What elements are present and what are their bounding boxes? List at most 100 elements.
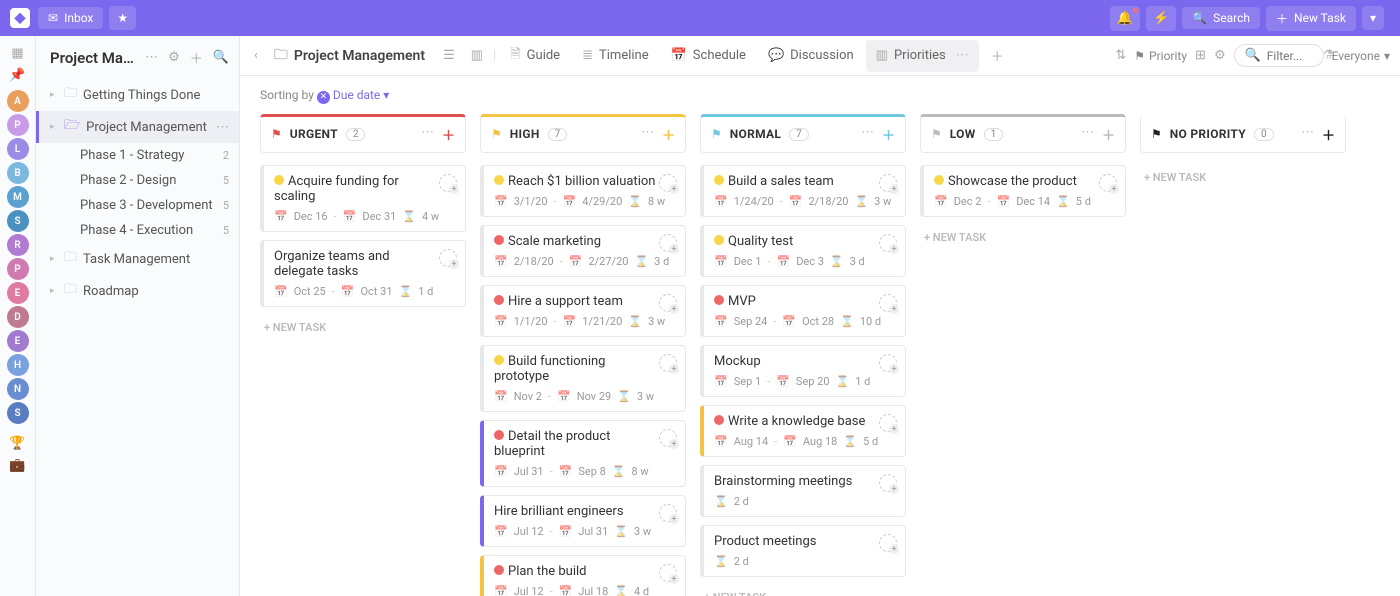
sort-icon[interactable]: ⇅ bbox=[1115, 48, 1126, 63]
dropdown-button[interactable]: ▾ bbox=[1362, 6, 1384, 30]
star-button[interactable]: ★ bbox=[109, 6, 136, 30]
assignee-placeholder[interactable] bbox=[879, 534, 897, 552]
sidebar-folder[interactable]: ▸🗀Roadmap bbox=[36, 275, 239, 307]
tab-schedule[interactable]: 📅Schedule bbox=[661, 40, 756, 72]
close-icon[interactable]: ✕ bbox=[317, 91, 330, 104]
workspace-avatar[interactable]: M bbox=[7, 186, 29, 208]
task-card[interactable]: Hire a support team 📅1/1/20-📅1/21/20⌛3 w bbox=[480, 285, 686, 337]
new-task-button[interactable]: + NEW TASK bbox=[700, 585, 906, 596]
sidebar-list[interactable]: Phase 4 - Execution5 bbox=[36, 218, 239, 243]
assignee-placeholder[interactable] bbox=[439, 174, 457, 192]
list-view-icon[interactable]: ☰ bbox=[437, 44, 461, 67]
tab-guide[interactable]: 🗎Guide bbox=[500, 40, 570, 72]
assignee-placeholder[interactable] bbox=[659, 294, 677, 312]
add-view-icon[interactable]: ＋ bbox=[983, 42, 1012, 69]
sidebar-list[interactable]: Phase 1 - Strategy2 bbox=[36, 143, 239, 168]
more-icon[interactable]: ⋯ bbox=[861, 125, 874, 144]
workspace-avatar[interactable]: L bbox=[7, 138, 29, 160]
more-icon[interactable]: ⋯ bbox=[216, 120, 229, 135]
add-card-icon[interactable]: ＋ bbox=[662, 125, 675, 144]
add-card-icon[interactable]: ＋ bbox=[442, 125, 455, 144]
sidebar-list[interactable]: Phase 3 - Development5 bbox=[36, 193, 239, 218]
workspace-avatar[interactable]: E bbox=[7, 282, 29, 304]
assignee-placeholder[interactable] bbox=[659, 174, 677, 192]
task-card[interactable]: Detail the product blueprint 📅Jul 31-📅Se… bbox=[480, 420, 686, 487]
filter-field[interactable] bbox=[1267, 49, 1317, 63]
assignee-placeholder[interactable] bbox=[879, 474, 897, 492]
assignee-placeholder[interactable] bbox=[879, 174, 897, 192]
tab-discussion[interactable]: 💬Discussion bbox=[758, 40, 864, 72]
task-card[interactable]: Acquire funding for scaling 📅Dec 16-📅Dec… bbox=[260, 165, 466, 232]
inbox-button[interactable]: ✉ Inbox bbox=[38, 7, 103, 29]
more-icon[interactable]: ⋯ bbox=[1081, 125, 1094, 144]
gear-icon[interactable]: ⚙ bbox=[166, 48, 182, 67]
assignee-placeholder[interactable] bbox=[659, 504, 677, 522]
task-card[interactable]: Product meetings ⌛2 d bbox=[700, 525, 906, 577]
new-task-button[interactable]: ＋ New Task bbox=[1266, 6, 1356, 31]
search-button[interactable]: 🔍 Search bbox=[1182, 7, 1260, 29]
add-card-icon[interactable]: ＋ bbox=[1102, 125, 1115, 144]
back-icon[interactable]: ‹ bbox=[250, 44, 262, 67]
tab-priorities[interactable]: ▥Priorities⋯ bbox=[866, 40, 979, 72]
task-card[interactable]: Mockup 📅Sep 1-📅Sep 20⌛1 d bbox=[700, 345, 906, 397]
plus-icon[interactable]: ＋ bbox=[188, 46, 205, 69]
sort-chip[interactable]: ✕Due date ▾ bbox=[317, 88, 389, 102]
assignee-placeholder[interactable] bbox=[879, 354, 897, 372]
sidebar-list[interactable]: Phase 2 - Design5 bbox=[36, 168, 239, 193]
workspace-avatar[interactable]: A bbox=[7, 90, 29, 112]
trophy-icon[interactable]: 🏆 bbox=[9, 434, 27, 452]
add-card-icon[interactable]: ＋ bbox=[882, 125, 895, 144]
bolt-button[interactable]: ⚡ bbox=[1146, 6, 1176, 31]
workspace-avatar[interactable]: S bbox=[7, 210, 29, 232]
more-icon[interactable]: ⋯ bbox=[956, 48, 969, 63]
customize-icon[interactable]: ⊞ bbox=[1195, 48, 1206, 63]
workspace-avatar[interactable]: N bbox=[7, 378, 29, 400]
assignee-dropdown[interactable]: Everyone ▾ bbox=[1332, 49, 1390, 63]
gear-icon[interactable]: ⚙ bbox=[1214, 48, 1226, 63]
workspace-avatar[interactable]: R bbox=[7, 234, 29, 256]
task-card[interactable]: Write a knowledge base 📅Aug 14-📅Aug 18⌛5… bbox=[700, 405, 906, 457]
board-view-icon[interactable]: ▥ bbox=[465, 44, 489, 67]
assignee-placeholder[interactable] bbox=[659, 429, 677, 447]
assignee-placeholder[interactable] bbox=[439, 249, 457, 267]
task-card[interactable]: Scale marketing 📅2/18/20-📅2/27/20⌛3 d bbox=[480, 225, 686, 277]
task-card[interactable]: Build a sales team 📅1/24/20-📅2/18/20⌛3 w bbox=[700, 165, 906, 217]
workspace-avatar[interactable]: E bbox=[7, 330, 29, 352]
assignee-placeholder[interactable] bbox=[659, 564, 677, 582]
task-card[interactable]: Reach $1 billion valuation 📅3/1/20-📅4/29… bbox=[480, 165, 686, 217]
sidebar-folder[interactable]: ▸🗀Getting Things Done bbox=[36, 79, 239, 111]
workspace-avatar[interactable]: P bbox=[7, 258, 29, 280]
breadcrumb[interactable]: 🗀 Project Management bbox=[266, 40, 433, 72]
filter-input[interactable]: 🔍 ⚗ bbox=[1234, 44, 1324, 67]
add-card-icon[interactable]: ＋ bbox=[1322, 125, 1335, 144]
assignee-placeholder[interactable] bbox=[879, 414, 897, 432]
notifications-button[interactable]: 🔔 bbox=[1110, 6, 1140, 31]
new-task-button[interactable]: + NEW TASK bbox=[920, 225, 1126, 250]
task-card[interactable]: Quality test 📅Dec 1-📅Dec 3⌛3 d bbox=[700, 225, 906, 277]
sidebar-folder[interactable]: ▸🗁Project Management⋯ bbox=[36, 111, 239, 143]
more-icon[interactable]: ⋯ bbox=[143, 48, 160, 67]
sidebar-folder[interactable]: ▸🗀Task Management bbox=[36, 243, 239, 275]
pin-icon[interactable]: 📌 bbox=[9, 66, 27, 84]
task-card[interactable]: Plan the build 📅Jul 12-📅Jul 18⌛4 d bbox=[480, 555, 686, 596]
workspace-avatar[interactable]: H bbox=[7, 354, 29, 376]
more-icon[interactable]: ⋯ bbox=[421, 125, 434, 144]
assignee-placeholder[interactable] bbox=[879, 294, 897, 312]
task-card[interactable]: Organize teams and delegate tasks 📅Oct 2… bbox=[260, 240, 466, 307]
briefcase-icon[interactable]: 💼 bbox=[9, 456, 27, 474]
tab-timeline[interactable]: ≣Timeline bbox=[572, 40, 659, 72]
assignee-placeholder[interactable] bbox=[1099, 174, 1117, 192]
workspace-avatar[interactable]: P bbox=[7, 114, 29, 136]
search-icon[interactable]: 🔍 bbox=[211, 48, 231, 67]
grid-icon[interactable]: ▦ bbox=[9, 44, 27, 62]
workspace-avatar[interactable]: B bbox=[7, 162, 29, 184]
sort-dropdown[interactable]: ⚑Priority bbox=[1134, 49, 1187, 63]
more-icon[interactable]: ⋯ bbox=[1301, 125, 1314, 144]
assignee-placeholder[interactable] bbox=[879, 234, 897, 252]
task-card[interactable]: MVP 📅Sep 24-📅Oct 28⌛10 d bbox=[700, 285, 906, 337]
task-card[interactable]: Showcase the product 📅Dec 2-📅Dec 14⌛5 d bbox=[920, 165, 1126, 217]
assignee-placeholder[interactable] bbox=[659, 354, 677, 372]
task-card[interactable]: Build functioning prototype 📅Nov 2-📅Nov … bbox=[480, 345, 686, 412]
task-card[interactable]: Hire brilliant engineers 📅Jul 12-📅Jul 31… bbox=[480, 495, 686, 547]
more-icon[interactable]: ⋯ bbox=[641, 125, 654, 144]
